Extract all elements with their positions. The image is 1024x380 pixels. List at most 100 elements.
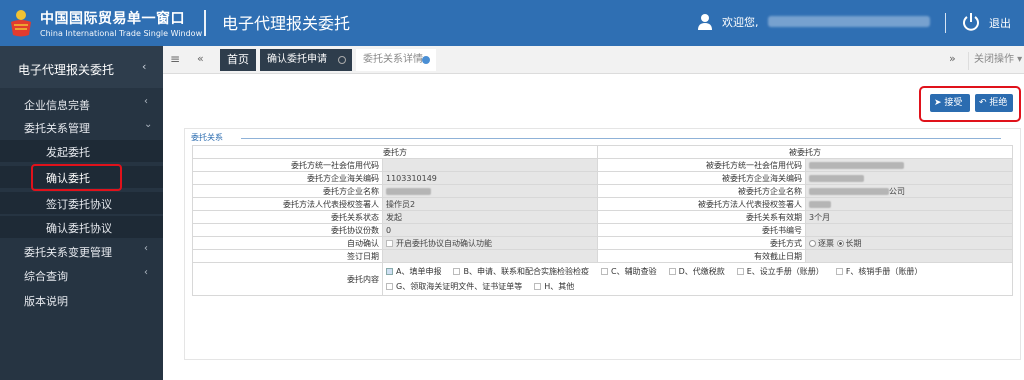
sidebar-title-label: 电子代理报关委托	[18, 63, 115, 77]
double-chevron-right-icon[interactable]: »	[949, 52, 956, 65]
book-number-value	[805, 223, 1013, 237]
content-option-checkbox[interactable]	[668, 268, 676, 275]
table-row: 自动确认 开启委托协议自动确认功能 委托方式 逐票 长期	[192, 236, 1013, 250]
tab-confirm-request[interactable]: 确认委托申请	[260, 49, 352, 71]
agent-credit-code-value	[805, 158, 1013, 172]
content-option-checkbox[interactable]	[534, 283, 542, 290]
content-option[interactable]: A、填单申报	[386, 266, 441, 277]
username-redacted	[768, 16, 930, 27]
user-icon	[698, 14, 712, 30]
company-name-suffix: 公司	[889, 186, 905, 196]
close-operations-dropdown[interactable]: 关闭操作 ▾	[968, 52, 1024, 70]
relation-panel: 委托关系 委托方 被委托方 委托方统一社会信用代码 被委托方统一社会信用代码 委…	[184, 128, 1021, 360]
tab-home[interactable]: 首页	[220, 49, 256, 71]
sidebar-title[interactable]: 电子代理报关委托 ‹	[0, 46, 163, 88]
field-label: 委托关系状态	[192, 210, 383, 224]
content-option[interactable]: H、其他	[534, 281, 574, 292]
header-divider-right	[945, 13, 946, 33]
chevron-left-icon[interactable]: ‹	[142, 60, 146, 73]
content-option[interactable]: F、核销手册（账册）	[835, 266, 922, 277]
red-highlight-confirm	[31, 164, 122, 191]
sidebar-item-label: 版本说明	[24, 295, 68, 308]
sidebar-subitem-sign-agreement[interactable]: 签订委托协议	[0, 192, 163, 214]
top-header: 中国国际贸易单一窗口 China International Trade Sin…	[0, 0, 1024, 46]
expire-date-value	[805, 249, 1013, 263]
tab-relation-detail[interactable]: 委托关系详情	[356, 49, 436, 71]
relation-status-value: 发起	[382, 210, 598, 224]
content-option[interactable]: B、申请、联系和配合实施检验检疫	[453, 266, 589, 277]
field-label: 委托内容	[192, 262, 383, 296]
content-option-checkbox[interactable]	[453, 268, 461, 275]
logout-link[interactable]: 退出	[989, 15, 1011, 31]
field-label: 有效截止日期	[597, 249, 806, 263]
content-option-checkbox[interactable]	[386, 283, 393, 290]
content-option-label: C、辅助查验	[610, 267, 657, 276]
close-operations-label: 关闭操作	[974, 54, 1014, 65]
auto-confirm-field: 开启委托协议自动确认功能	[382, 236, 598, 250]
method-per-ticket-radio[interactable]	[809, 239, 816, 247]
content-option-checkbox[interactable]	[600, 268, 608, 275]
field-label: 委托方式	[597, 236, 806, 250]
sidebar-item-query[interactable]: 综合查询 ‹	[0, 264, 163, 286]
menu-toggle-icon[interactable]: ≡	[170, 52, 180, 66]
content-option-label: H、其他	[544, 282, 575, 291]
method-long-term-radio[interactable]	[836, 239, 844, 247]
sidebar-subitem-label: 签订委托协议	[46, 198, 112, 211]
sidebar-subitem-label: 发起委托	[46, 146, 90, 159]
sign-date-value	[382, 249, 598, 263]
content-option[interactable]: D、代缴税款	[668, 266, 725, 277]
table-row: 委托方企业海关编码 1103310149 被委托方企业海关编码	[192, 171, 1013, 185]
table-row: 签订日期 有效截止日期	[192, 249, 1013, 263]
chevron-down-icon: ⌄	[144, 119, 153, 130]
sidebar-subitem-label: 确认委托协议	[46, 222, 112, 235]
content-option[interactable]: G、领取海关证明文件、证书证单等	[386, 281, 522, 292]
field-label: 自动确认	[192, 236, 383, 250]
auto-confirm-checkbox[interactable]	[386, 239, 393, 247]
sidebar: 电子代理报关委托 ‹ 企业信息完善 ‹ 委托关系管理 ⌄ 发起委托 确认委托 签…	[0, 46, 163, 380]
field-label: 委托书编号	[597, 223, 806, 237]
tab-close-icon[interactable]	[422, 56, 430, 64]
content-option-label: B、申请、联系和配合实施检验检疫	[463, 267, 589, 276]
content-options: A、填单申报 B、申请、联系和配合实施检验检疫 C、辅助查验 D、代缴税款 E、设立手册…	[382, 262, 1013, 296]
table-row: 委托方法人代表授权签署人 操作员2 被委托方法人代表授权签署人	[192, 197, 1013, 211]
sidebar-subitem-confirm-agreement[interactable]: 确认委托协议	[0, 216, 163, 238]
content-option-label: A、填单申报	[396, 267, 442, 276]
table-row: 委托协议份数 0 委托书编号	[192, 223, 1013, 237]
sidebar-item-label: 委托关系变更管理	[24, 246, 112, 259]
relation-table: 委托方 被委托方 委托方统一社会信用代码 被委托方统一社会信用代码 委托方企业海…	[192, 145, 1013, 296]
field-label: 被委托方统一社会信用代码	[597, 158, 806, 172]
method-per-ticket-label: 逐票	[818, 238, 834, 248]
content-option-checkbox[interactable]	[835, 268, 843, 275]
content-option-checkbox[interactable]	[386, 268, 393, 275]
sidebar-item-company-info[interactable]: 企业信息完善 ‹	[0, 93, 163, 115]
content-option-checkbox[interactable]	[736, 268, 744, 275]
double-chevron-left-icon[interactable]: «	[197, 52, 204, 65]
chevron-left-icon: ‹	[144, 243, 148, 254]
content-option[interactable]: C、辅助查验	[600, 266, 657, 277]
sidebar-subitem-initiate[interactable]: 发起委托	[0, 140, 163, 162]
sidebar-item-relation-change[interactable]: 委托关系变更管理 ‹	[0, 240, 163, 262]
single-window-logo-icon	[11, 10, 31, 37]
tab-close-icon[interactable]	[338, 56, 346, 64]
client-credit-code-value	[382, 158, 598, 172]
sidebar-item-label: 委托关系管理	[24, 122, 90, 135]
power-icon[interactable]	[962, 12, 980, 32]
sidebar-item-label: 企业信息完善	[24, 99, 90, 112]
tab-label: 确认委托申请	[267, 54, 327, 65]
field-label: 委托方统一社会信用代码	[192, 158, 383, 172]
brand-name-en: China International Trade Single Window	[40, 29, 203, 38]
sidebar-item-version[interactable]: 版本说明	[0, 289, 163, 311]
field-label: 委托协议份数	[192, 223, 383, 237]
main-content: ➤ 接受 ↶ 拒绝 委托关系 委托方 被委托方 委托方统一社会信用代码 被委托方…	[163, 75, 1024, 380]
relation-validity-value: 3个月	[805, 210, 1013, 224]
field-label: 被委托方企业名称	[597, 184, 806, 198]
content-option[interactable]: E、设立手册（账册）	[736, 266, 824, 277]
field-label: 被委托方企业海关编码	[597, 171, 806, 185]
sidebar-item-relation-mgmt[interactable]: 委托关系管理 ⌄	[0, 116, 163, 138]
method-long-term-label: 长期	[845, 238, 862, 248]
panel-title-rule	[241, 138, 1001, 139]
content-option-label: E、设立手册（账册）	[746, 267, 824, 276]
agent-signatory-value	[805, 197, 1013, 211]
field-label: 委托方企业海关编码	[192, 171, 383, 185]
agent-customs-code-value	[805, 171, 1013, 185]
